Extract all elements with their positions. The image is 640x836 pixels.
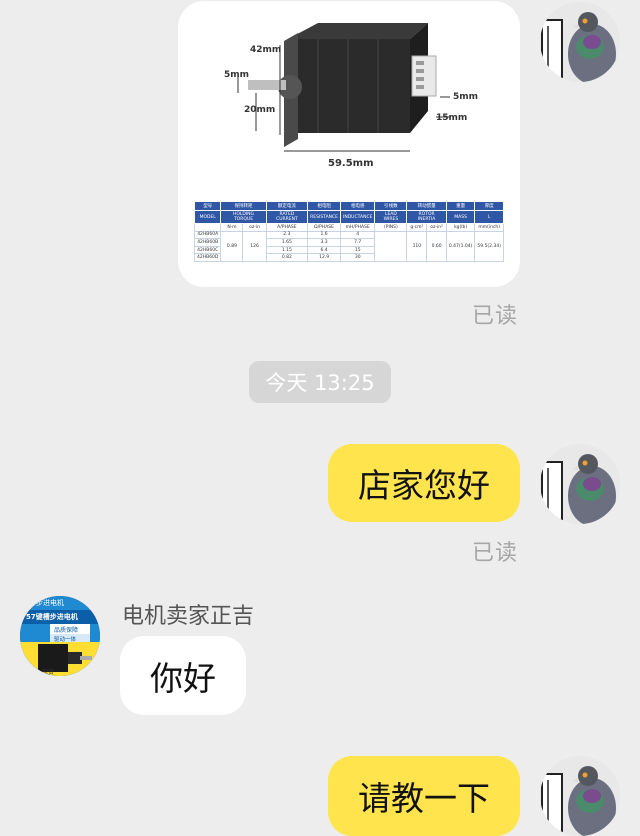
seller-avatar[interactable]: 步进电机 57键槽步进电机 品质保障 驱动一体 现货 bbox=[20, 596, 100, 676]
dim-59-5mm: 59.5mm bbox=[328, 158, 374, 169]
spec-induct: 4 bbox=[340, 230, 376, 240]
spec-resist: 12.9 bbox=[307, 253, 342, 262]
spec-subheader: HOLDING TORQUE bbox=[220, 210, 267, 224]
spec-unit: mm(inch) bbox=[474, 223, 504, 232]
pigeon-icon bbox=[540, 444, 620, 524]
spec-torque-oz: 126 bbox=[242, 230, 267, 262]
spec-induct: 7.7 bbox=[340, 238, 376, 247]
spec-inertia-g: 110 bbox=[406, 230, 428, 262]
my-avatar[interactable] bbox=[540, 756, 620, 836]
spec-resist: 1.6 bbox=[307, 230, 342, 240]
spec-length: 59.5(2.34) bbox=[474, 230, 504, 262]
read-receipt: 已读 bbox=[472, 541, 519, 566]
spec-header: 引线数 bbox=[374, 201, 408, 211]
spec-subheader: MASS bbox=[445, 210, 476, 224]
spec-unit: (PINS) bbox=[374, 223, 408, 232]
seller-avatar-text: 现货 bbox=[42, 669, 55, 676]
spec-header: 相电感 bbox=[340, 201, 376, 211]
spec-header-row: 型号 保持转矩 额定电流 相电阻 相电感 引线数 转动惯量 重量 厚度 bbox=[193, 201, 504, 211]
spec-header: 型号 bbox=[193, 201, 222, 211]
spec-unit: N·m bbox=[220, 223, 244, 232]
dim-5mm-shaft: 5mm bbox=[224, 70, 250, 80]
spec-induct: 30 bbox=[340, 253, 376, 262]
spec-model: 42HB60B bbox=[193, 238, 222, 247]
seller-avatar-text: 57键槽步进电机 bbox=[26, 613, 78, 621]
spec-header: 重量 bbox=[445, 201, 476, 211]
dim-5mm-connector: 5mm bbox=[453, 92, 479, 102]
my-message-bubble[interactable]: 店家您好 bbox=[328, 444, 520, 522]
spec-leads bbox=[374, 230, 408, 262]
spec-mass: 0.47(1.04) bbox=[445, 230, 476, 262]
spec-table: 型号 保持转矩 额定电流 相电阻 相电感 引线数 转动惯量 重量 厚度 MODE… bbox=[193, 201, 504, 262]
spec-header: 相电阻 bbox=[307, 201, 342, 211]
my-message-bubble[interactable]: 请教一下 bbox=[328, 756, 520, 836]
spec-unit bbox=[193, 223, 222, 232]
timestamp-divider: 今天 13:25 bbox=[249, 361, 391, 403]
spec-unit: oz-in bbox=[242, 223, 267, 232]
spec-unit: mH/PHASE bbox=[340, 223, 376, 232]
spec-subheader: LEAD WIRES bbox=[374, 210, 408, 224]
spec-header: 转动惯量 bbox=[406, 201, 447, 211]
spec-subheader: INDUCTANCE bbox=[340, 210, 376, 224]
spec-inertia-oz: 0.60 bbox=[426, 230, 447, 262]
spec-unit: Ω/PHASE bbox=[307, 223, 342, 232]
pigeon-icon bbox=[540, 2, 620, 82]
spec-current: 1.15 bbox=[265, 245, 309, 255]
spec-header: 厚度 bbox=[474, 201, 504, 211]
pigeon-icon bbox=[540, 756, 620, 836]
my-avatar[interactable] bbox=[540, 2, 620, 82]
my-avatar[interactable] bbox=[540, 444, 620, 524]
dim-42mm: 42mm bbox=[250, 45, 282, 55]
spec-current: 0.82 bbox=[265, 253, 309, 262]
spec-torque-nm: 0.89 bbox=[220, 230, 244, 262]
spec-unit: g·cm² bbox=[406, 223, 428, 232]
spec-resist: 6.4 bbox=[307, 245, 342, 255]
seller-avatar-text: 步进电机 bbox=[36, 599, 64, 607]
spec-unit: A/PHASE bbox=[265, 223, 309, 232]
spec-resist: 3.3 bbox=[307, 238, 342, 247]
spec-current: 2.3 bbox=[265, 230, 309, 240]
read-receipt: 已读 bbox=[472, 304, 519, 329]
seller-message-bubble[interactable]: 你好 bbox=[120, 636, 246, 715]
spec-model: 42HB60D bbox=[193, 253, 222, 262]
dim-15mm: 15mm bbox=[436, 113, 468, 123]
seller-avatar-text: 品质保障 bbox=[54, 627, 79, 634]
spec-subheader: MODEL bbox=[193, 210, 222, 224]
spec-row: 42HB60A 0.89 126 2.3 1.6 4 110 0.60 0.47… bbox=[193, 230, 504, 262]
product-image-message[interactable]: 42mm 5mm 20mm 59.5mm 5mm 15mm 型号 保持转矩 额定… bbox=[178, 1, 520, 287]
spec-subheader: L bbox=[474, 210, 504, 224]
seller-avatar-text: 驱动一体 bbox=[54, 637, 77, 643]
spec-model: 42HB60C bbox=[193, 245, 222, 255]
spec-units-row: N·m oz-in A/PHASE Ω/PHASE mH/PHASE (PINS… bbox=[193, 223, 504, 232]
spec-current: 1.65 bbox=[265, 238, 309, 247]
spec-header: 额定电流 bbox=[265, 201, 309, 211]
spec-unit: kg(lb) bbox=[445, 223, 476, 232]
spec-header: 保持转矩 bbox=[220, 201, 267, 211]
sender-name: 电机卖家正吉 bbox=[122, 604, 255, 629]
spec-subheader: ROTOR INERTIA bbox=[406, 210, 447, 224]
spec-unit: oz-in² bbox=[426, 223, 447, 232]
spec-induct: 15 bbox=[340, 245, 376, 255]
spec-subheader: RATED CURRENT bbox=[265, 210, 309, 224]
spec-subheader-row: MODEL HOLDING TORQUE RATED CURRENT RESIS… bbox=[193, 210, 504, 224]
dim-20mm: 20mm bbox=[244, 105, 276, 115]
spec-subheader: RESISTANCE bbox=[307, 210, 342, 224]
spec-model: 42HB60A bbox=[193, 230, 222, 240]
